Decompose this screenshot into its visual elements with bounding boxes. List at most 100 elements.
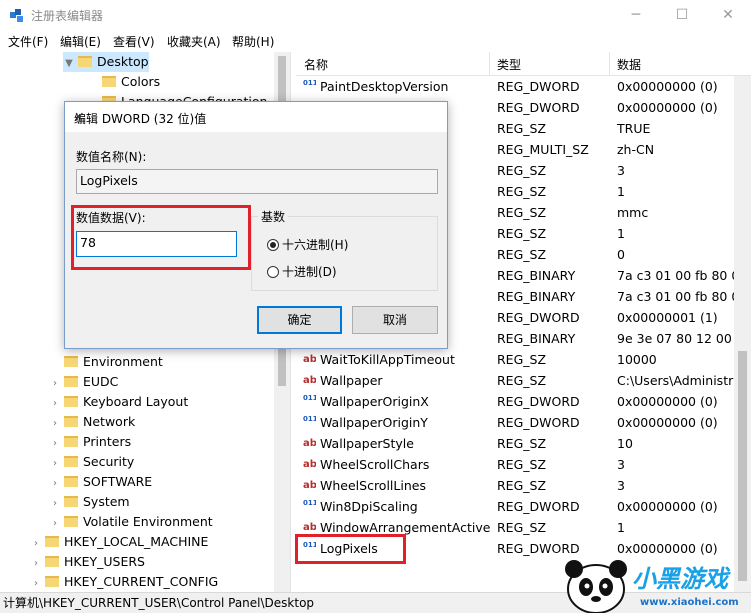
menu-view[interactable]: 查看(V) [113, 33, 155, 50]
decimal-radio-label: 十进制(D) [282, 265, 337, 279]
value-data-cell: 10000 [617, 352, 657, 367]
maximize-button[interactable]: ☐ [659, 0, 705, 30]
logpixels-highlight [295, 534, 406, 564]
value-name-cell: WheelScrollChars [320, 457, 430, 472]
tree-item-keyboard-layout[interactable]: › Keyboard Layout [49, 392, 188, 412]
radio-selected-icon[interactable] [267, 239, 279, 251]
tree-item-eudc[interactable]: › EUDC [49, 372, 118, 392]
chevron-right-icon[interactable]: › [30, 554, 42, 574]
tree-item-label: SOFTWARE [83, 474, 153, 489]
tree-item-environment[interactable]: Environment [49, 352, 163, 372]
string-value-icon: ab [303, 438, 316, 449]
table-row[interactable]: ab Wallpaper REG_SZ C:\Users\Administra [296, 370, 751, 391]
list-scrollbar[interactable] [734, 76, 751, 592]
column-header-data[interactable]: 数据 [617, 56, 641, 73]
table-row[interactable]: 011 110 WallpaperOriginX REG_DWORD 0x000000… [296, 391, 751, 412]
chevron-right-icon[interactable]: › [30, 574, 42, 592]
tree-item-label: Keyboard Layout [83, 394, 189, 409]
column-header-name[interactable]: 名称 [304, 56, 328, 73]
column-divider[interactable] [489, 52, 490, 76]
value-type-cell: REG_SZ [497, 436, 547, 451]
chevron-right-icon[interactable]: › [49, 434, 61, 454]
binary-value-icon: 011 110 [303, 80, 316, 87]
column-header-type[interactable]: 类型 [497, 56, 521, 73]
chevron-right-icon[interactable]: › [49, 454, 61, 474]
tree-item-software[interactable]: › SOFTWARE [49, 472, 152, 492]
value-data-cell: 0x00000000 (0) [617, 79, 718, 94]
folder-icon [45, 556, 59, 567]
value-type-cell: REG_DWORD [497, 79, 580, 94]
value-name-cell: WheelScrollLines [320, 478, 426, 493]
chevron-right-icon[interactable]: › [30, 534, 42, 554]
tree-item-system[interactable]: › System [49, 492, 130, 512]
ok-button[interactable]: 确定 [257, 306, 342, 334]
value-name-cell: Win8DpiScaling [320, 499, 418, 514]
chevron-right-icon[interactable]: › [49, 374, 61, 394]
value-data-cell: 0x00000000 (0) [617, 100, 718, 115]
chevron-right-icon[interactable]: › [49, 394, 61, 414]
site-watermark: 小黑游戏 www.xiaohei.com [556, 555, 751, 614]
table-row[interactable]: 011 110 PaintDesktopVersion REG_DWORD 0x000… [296, 76, 751, 97]
tree-item-label: Printers [83, 434, 132, 449]
chevron-right-icon[interactable]: › [49, 494, 61, 514]
chevron-right-icon[interactable]: › [49, 474, 61, 494]
tree-item-security[interactable]: › Security [49, 452, 134, 472]
watermark-brand: 小黑游戏 [632, 565, 728, 593]
value-type-cell: REG_DWORD [497, 499, 580, 514]
table-row[interactable]: 011 110 Win8DpiScaling REG_DWORD 0x00000000… [296, 496, 751, 517]
close-window-button[interactable]: ✕ [705, 0, 751, 30]
value-type-cell: REG_BINARY [497, 331, 576, 346]
column-divider[interactable] [609, 52, 610, 76]
table-row[interactable]: ab WheelScrollLines REG_SZ 3 [296, 475, 751, 496]
tree-item-printers[interactable]: › Printers [49, 432, 131, 452]
value-name-cell: WaitToKillAppTimeout [320, 352, 455, 367]
decimal-radio[interactable]: 十进制(D) [267, 263, 337, 280]
string-value-icon: ab [303, 354, 316, 365]
tree-item-volatile-environment[interactable]: › Volatile Environment [49, 512, 213, 532]
table-row[interactable]: ab WheelScrollChars REG_SZ 3 [296, 454, 751, 475]
value-type-cell: REG_DWORD [497, 394, 580, 409]
folder-icon [64, 476, 78, 487]
tree-item-hkey-current-config[interactable]: › HKEY_CURRENT_CONFIG [30, 572, 218, 592]
radio-unselected-icon[interactable] [267, 266, 279, 278]
value-data-cell: 1 [617, 520, 625, 535]
tree-item-label: Network [83, 414, 136, 429]
minimize-button[interactable]: ─ [613, 0, 659, 30]
list-scrollbar-thumb[interactable] [738, 351, 747, 581]
table-row[interactable]: ab WallpaperStyle REG_SZ 10 [296, 433, 751, 454]
value-data-cell: TRUE [617, 121, 651, 136]
menu-favorites[interactable]: 收藏夹(A) [167, 33, 221, 50]
chevron-down-icon[interactable]: ▼ [63, 54, 75, 74]
window-title: 注册表编辑器 [31, 9, 104, 23]
menu-help[interactable]: 帮助(H) [232, 33, 274, 50]
menu-edit[interactable]: 编辑(E) [60, 33, 101, 50]
value-type-cell: REG_MULTI_SZ [497, 142, 589, 157]
menu-file[interactable]: 文件(F) [8, 33, 48, 50]
close-icon[interactable]: ✕ [74, 110, 437, 124]
string-value-icon: ab [303, 480, 316, 491]
chevron-right-icon[interactable]: › [49, 414, 61, 434]
binary-value-icon: 011 110 [303, 395, 316, 402]
tree-item-hkey-local-machine[interactable]: › HKEY_LOCAL_MACHINE [30, 532, 208, 552]
table-row[interactable]: ab WaitToKillAppTimeout REG_SZ 10000 [296, 349, 751, 370]
tree-item-network[interactable]: › Network [49, 412, 135, 432]
value-name-cell: WallpaperStyle [320, 436, 414, 451]
value-type-cell: REG_SZ [497, 478, 547, 493]
value-type-cell: REG_SZ [497, 520, 547, 535]
table-row[interactable]: 011 110 WallpaperOriginY REG_DWORD 0x000000… [296, 412, 751, 433]
cancel-button[interactable]: 取消 [352, 306, 438, 334]
tree-item-desktop[interactable]: ▼ Desktop [63, 52, 149, 72]
value-type-cell: REG_SZ [497, 247, 547, 262]
chevron-right-icon[interactable]: › [49, 514, 61, 534]
folder-icon [64, 356, 78, 367]
tree-item-hkey-users[interactable]: › HKEY_USERS [30, 552, 145, 572]
tree-item-label: HKEY_USERS [64, 554, 145, 569]
value-data-cell: 10 [617, 436, 633, 451]
value-data-cell: 3 [617, 163, 625, 178]
value-data-cell: 0x00000000 (0) [617, 415, 718, 430]
value-type-cell: REG_SZ [497, 184, 547, 199]
tree-item-colors[interactable]: Colors [102, 72, 160, 92]
value-type-cell: REG_BINARY [497, 289, 576, 304]
value-data-cell: 3 [617, 478, 625, 493]
hex-radio[interactable]: 十六进制(H) [267, 236, 348, 253]
